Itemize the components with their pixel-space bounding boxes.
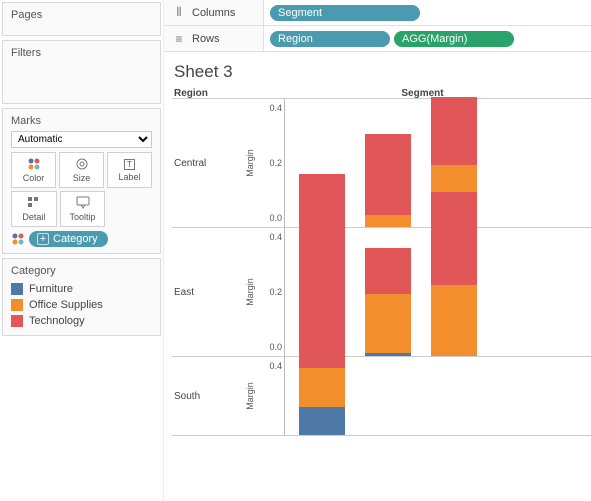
stacked-bar[interactable] [365, 248, 411, 356]
size-button[interactable]: Size [59, 152, 104, 188]
chart-row: SouthMargin0.4 [172, 356, 591, 436]
detail-button[interactable]: Detail [11, 191, 57, 227]
rows-shelf[interactable]: ≡ Rows RegionAGG(Margin) [164, 26, 591, 52]
pages-shelf[interactable]: Pages [2, 2, 161, 36]
bar-segment [365, 353, 411, 356]
stacked-bar[interactable] [299, 202, 345, 435]
legend-swatch [11, 283, 23, 295]
chart-row: CentralMargin0.40.20.0 [172, 98, 591, 228]
detail-icon [27, 196, 41, 210]
legend-item[interactable]: Furniture [11, 281, 152, 297]
left-panel: Pages Filters Marks Automatic Color Size… [0, 0, 163, 501]
rows-icon: ≡ [172, 32, 186, 46]
tooltip-button[interactable]: Tooltip [60, 191, 106, 227]
marks-type-select[interactable]: Automatic [11, 131, 152, 148]
sheet-title[interactable]: Sheet 3 [174, 62, 591, 82]
worksheet-panel: ⦀ Columns Segment ≡ Rows RegionAGG(Margi… [163, 0, 591, 501]
bar-segment [431, 285, 477, 356]
bar-segment [299, 407, 345, 435]
row-pill[interactable]: Region [270, 31, 390, 47]
marks-title: Marks [11, 115, 152, 127]
color-dots-icon [27, 157, 41, 171]
column-pill[interactable]: Segment [270, 5, 420, 21]
region-label: South [172, 357, 240, 435]
legend-item[interactable]: Office Supplies [11, 297, 152, 313]
marks-card: Marks Automatic Color Size T Label [2, 108, 161, 254]
y-axis-title: Margin [245, 149, 255, 177]
segment-header: Segment [254, 88, 591, 99]
columns-icon: ⦀ [172, 5, 186, 20]
legend-swatch [11, 299, 23, 311]
region-label: East [172, 228, 240, 356]
chart-row: EastMargin0.40.20.0 [172, 227, 591, 357]
stacked-bar[interactable] [365, 134, 411, 227]
tooltip-icon [76, 196, 90, 210]
text-icon: T [124, 159, 135, 170]
legend-item[interactable]: Technology [11, 313, 152, 329]
bar-segment [365, 134, 411, 215]
pages-title: Pages [11, 9, 152, 21]
color-button[interactable]: Color [11, 152, 56, 188]
bar-segment [365, 215, 411, 227]
legend-title: Category [11, 265, 152, 277]
chart-cell [284, 357, 591, 435]
stacked-bar[interactable] [431, 192, 477, 356]
y-axis-title: Margin [245, 278, 255, 306]
bar-segment [299, 202, 345, 369]
label-button[interactable]: T Label [107, 152, 152, 188]
filters-title: Filters [11, 47, 152, 59]
size-icon [75, 157, 89, 171]
category-pill[interactable]: + Category [29, 231, 108, 247]
region-header: Region [174, 88, 254, 99]
bar-segment [299, 368, 345, 407]
bar-segment [431, 97, 477, 165]
legend-card: Category FurnitureOffice SuppliesTechnol… [2, 258, 161, 336]
y-axis-title: Margin [245, 382, 255, 410]
bar-segment [431, 192, 477, 285]
row-pill[interactable]: AGG(Margin) [394, 31, 514, 47]
bar-segment [365, 248, 411, 295]
columns-shelf[interactable]: ⦀ Columns Segment [164, 0, 591, 26]
legend-swatch [11, 315, 23, 327]
filters-shelf[interactable]: Filters [2, 40, 161, 104]
bar-segment [365, 294, 411, 353]
expand-icon: + [37, 233, 49, 245]
region-label: Central [172, 99, 240, 227]
color-dots-icon [11, 232, 25, 246]
